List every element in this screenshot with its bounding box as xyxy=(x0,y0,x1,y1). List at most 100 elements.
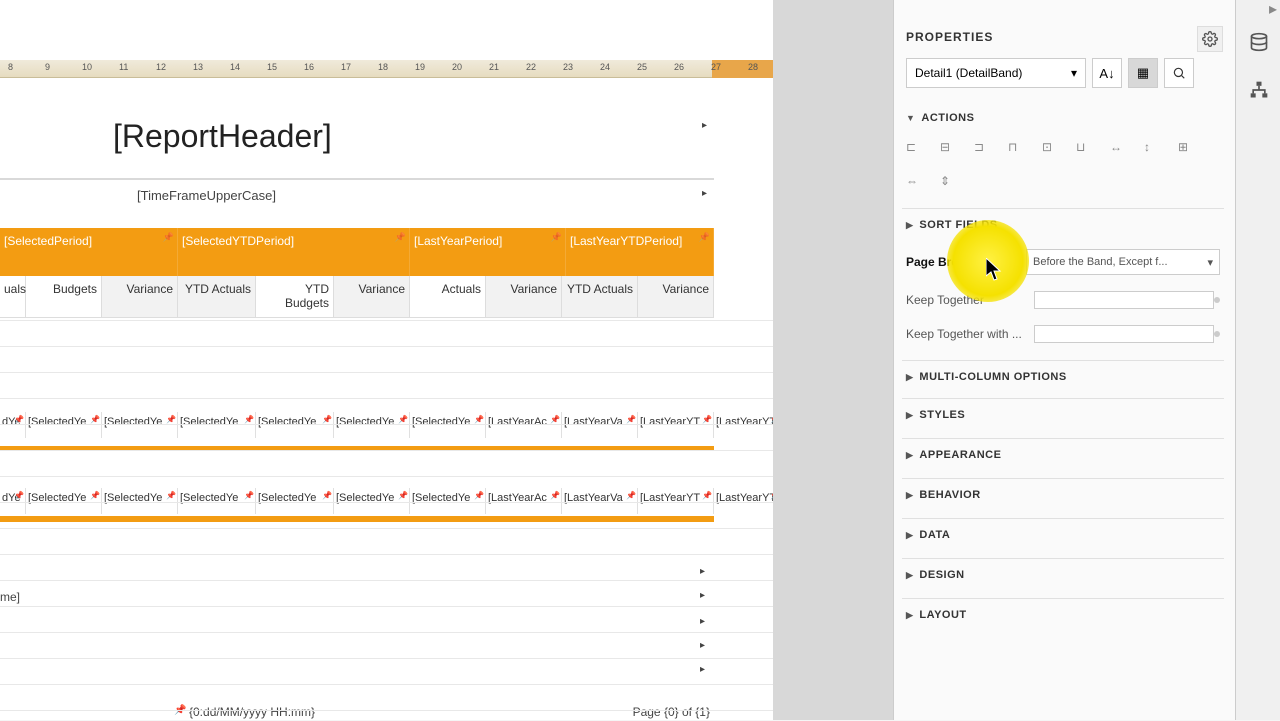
design-section-header[interactable]: ▶ DESIGN xyxy=(902,559,1224,591)
behavior-section-header[interactable]: ▶ BEHAVIOR xyxy=(902,479,1224,511)
data-cell[interactable]: [LastYearYT📌 xyxy=(638,488,714,514)
report-explorer-button[interactable] xyxy=(1236,66,1280,114)
pin-icon[interactable]: 📌 xyxy=(166,491,176,500)
pin-icon[interactable]: 📌 xyxy=(163,232,174,243)
appearance-section-header[interactable]: ▶ APPEARANCE xyxy=(902,439,1224,471)
data-cell[interactable]: [SelectedYe📌 xyxy=(178,412,256,438)
pin-icon[interactable]: 📌 xyxy=(474,415,484,424)
search-button[interactable] xyxy=(1164,58,1194,88)
period-header-cell[interactable]: [SelectedYTDPeriod]📌 xyxy=(178,228,410,276)
data-cell[interactable]: [SelectedYe📌 xyxy=(102,412,178,438)
data-cell[interactable]: [LastYearYT📌 xyxy=(714,412,782,438)
sub-header-cell[interactable]: Actuals xyxy=(410,276,486,318)
align-center-h-icon[interactable]: ⊟ xyxy=(940,140,954,154)
layout-section-header[interactable]: ▶ LAYOUT xyxy=(902,599,1224,631)
data-cell[interactable]: [LastYearVa📌 xyxy=(562,488,638,514)
report-designer-canvas[interactable]: 8910111213141516171819202122232425262728… xyxy=(0,0,775,720)
pin-icon[interactable]: 📌 xyxy=(702,491,712,500)
period-header-cell[interactable]: [SelectedPeriod]📌 xyxy=(0,228,178,276)
pin-icon[interactable]: 📌 xyxy=(14,491,24,500)
pin-icon[interactable]: 📌 xyxy=(166,415,176,424)
sub-header-cell[interactable]: YTD Budgets xyxy=(256,276,334,318)
data-cell[interactable]: [LastYearAc📌 xyxy=(486,488,562,514)
keep-together-checkbox[interactable] xyxy=(1034,291,1214,309)
data-cell[interactable]: dYe📌 xyxy=(0,412,26,438)
tag-icon[interactable]: ▸ xyxy=(700,566,710,576)
data-cell[interactable]: [LastYearYT📌 xyxy=(638,412,714,438)
pin-icon[interactable]: 📌 xyxy=(14,415,24,424)
sort-fields-section-header[interactable]: ▶ SORT FIELDS xyxy=(902,209,1224,241)
report-header-field[interactable]: [ReportHeader] xyxy=(113,118,332,155)
element-selector-dropdown[interactable]: Detail1 (DetailBand) ▾ xyxy=(906,58,1086,88)
multi-column-section-header[interactable]: ▶ MULTI-COLUMN OPTIONS xyxy=(902,361,1224,393)
pin-icon[interactable]: 📌 xyxy=(398,415,408,424)
settings-button[interactable] xyxy=(1197,26,1223,52)
pin-icon[interactable]: 📌 xyxy=(90,491,100,500)
data-cell[interactable]: [SelectedYe📌 xyxy=(256,488,334,514)
sub-header-cell[interactable]: Variance xyxy=(638,276,714,318)
tag-icon[interactable]: ▸ xyxy=(702,120,712,130)
sub-header-cell[interactable]: Budgets xyxy=(26,276,102,318)
expand-panel-button[interactable]: ▸ xyxy=(1236,0,1280,18)
styles-section-header[interactable]: ▶ STYLES xyxy=(902,399,1224,431)
data-cell[interactable]: [LastYearAc📌 xyxy=(486,412,562,438)
sub-header-cell[interactable]: Variance xyxy=(334,276,410,318)
align-bottom-icon[interactable]: ⊔ xyxy=(1076,140,1090,154)
data-cell[interactable]: [LastYearYT📌 xyxy=(714,488,782,514)
sub-header-cell[interactable]: YTD Actuals xyxy=(562,276,638,318)
timeframe-field[interactable]: [TimeFrameUpperCase] xyxy=(137,188,276,203)
tag-icon[interactable]: ▸ xyxy=(700,590,710,600)
group-name-field[interactable]: me] xyxy=(0,590,20,604)
pin-icon[interactable]: 📌 xyxy=(90,415,100,424)
data-section-header[interactable]: ▶ DATA xyxy=(902,519,1224,551)
pin-icon[interactable]: 📌 xyxy=(626,491,636,500)
pin-icon[interactable]: 📌 xyxy=(702,415,712,424)
data-cell[interactable]: [SelectedYe📌 xyxy=(102,488,178,514)
data-cell[interactable]: [SelectedYe📌 xyxy=(334,488,410,514)
sort-az-button[interactable]: A↓ xyxy=(1092,58,1122,88)
same-height-icon[interactable]: ↕ xyxy=(1144,140,1158,154)
data-cell[interactable]: [SelectedYe📌 xyxy=(26,412,102,438)
pin-icon[interactable]: 📌 xyxy=(550,491,560,500)
detail-data-row[interactable]: dYe📌[SelectedYe📌[SelectedYe📌[SelectedYe📌… xyxy=(0,412,782,438)
same-width-icon[interactable]: ↔ xyxy=(1110,140,1124,154)
data-cell[interactable]: [LastYearVa📌 xyxy=(562,412,638,438)
footer-date-field[interactable]: {0:dd/MM/yyyy HH:mm} xyxy=(189,705,315,719)
pin-icon[interactable]: 📌 xyxy=(398,491,408,500)
pin-icon[interactable]: 📌 xyxy=(699,232,710,243)
detail-data-row[interactable]: dYe📌[SelectedYe📌[SelectedYe📌[SelectedYe📌… xyxy=(0,488,782,514)
period-header-row[interactable]: [SelectedPeriod]📌 [SelectedYTDPeriod]📌 [… xyxy=(0,228,714,276)
sub-header-cell[interactable]: Variance xyxy=(486,276,562,318)
align-left-icon[interactable]: ⊏ xyxy=(906,140,920,154)
page-footer[interactable]: 📌 {0:dd/MM/yyyy HH:mm} Page {0} of {1} xyxy=(0,705,714,721)
align-top-icon[interactable]: ⊓ xyxy=(1008,140,1022,154)
period-header-cell[interactable]: [LastYearYTDPeriod]📌 xyxy=(566,228,714,276)
pin-icon[interactable]: 📌 xyxy=(551,232,562,243)
tag-icon[interactable]: ▸ xyxy=(702,188,712,198)
sub-header-row[interactable]: uals Budgets Variance YTD Actuals YTD Bu… xyxy=(0,276,714,318)
space-v-icon[interactable]: ⇕ xyxy=(940,174,954,188)
horizontal-ruler[interactable]: 8910111213141516171819202122232425262728… xyxy=(0,60,775,78)
pin-icon[interactable]: 📌 xyxy=(244,415,254,424)
sub-header-cell[interactable]: YTD Actuals xyxy=(178,276,256,318)
field-list-button[interactable] xyxy=(1236,18,1280,66)
data-cell[interactable]: [SelectedYe📌 xyxy=(256,412,334,438)
pin-icon[interactable]: 📌 xyxy=(244,491,254,500)
sub-header-cell[interactable]: Variance xyxy=(102,276,178,318)
pin-icon[interactable]: 📌 xyxy=(626,415,636,424)
pin-icon[interactable]: 📌 xyxy=(395,232,406,243)
data-cell[interactable]: dYe📌 xyxy=(0,488,26,514)
align-center-v-icon[interactable]: ⊡ xyxy=(1042,140,1056,154)
categorized-button[interactable]: ▦ xyxy=(1128,58,1158,88)
pin-icon[interactable]: 📌 xyxy=(322,415,332,424)
tag-icon[interactable]: ▸ xyxy=(700,664,710,674)
data-cell[interactable]: [SelectedYe📌 xyxy=(410,412,486,438)
data-cell[interactable]: [SelectedYe📌 xyxy=(178,488,256,514)
data-cell[interactable]: [SelectedYe📌 xyxy=(26,488,102,514)
keep-together-with-checkbox[interactable] xyxy=(1034,325,1214,343)
same-size-icon[interactable]: ⊞ xyxy=(1178,140,1192,154)
data-cell[interactable]: [SelectedYe📌 xyxy=(410,488,486,514)
pin-icon[interactable]: 📌 xyxy=(322,491,332,500)
tag-icon[interactable]: ▸ xyxy=(700,616,710,626)
space-h-icon[interactable]: ⇔ xyxy=(906,174,920,188)
